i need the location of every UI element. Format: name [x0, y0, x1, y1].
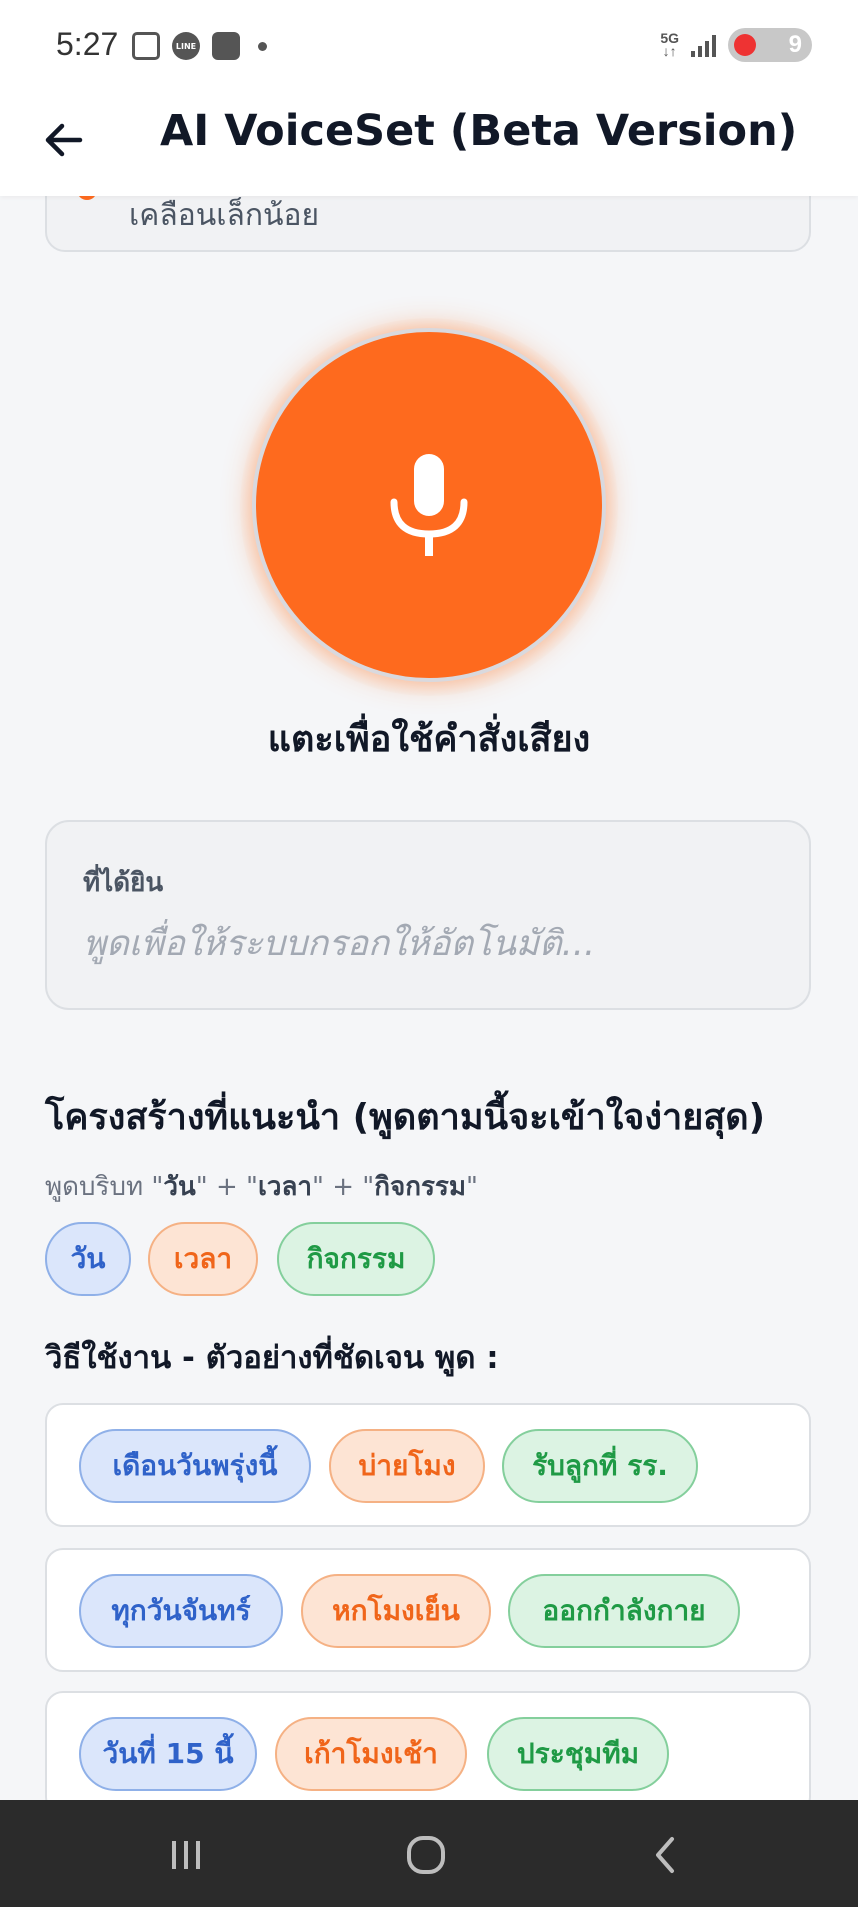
example-time-chip: บ่ายโมง — [329, 1429, 485, 1503]
system-icons: 5G ↓↑ 9 — [660, 28, 812, 62]
recent-apps-button[interactable] — [156, 1830, 216, 1880]
back-nav-button[interactable] — [636, 1830, 696, 1880]
example-card[interactable]: ทุกวันจันทร์ หกโมงเย็น ออกกำลังกาย — [45, 1548, 811, 1672]
hint-suffix: " — [466, 1172, 478, 1202]
page-title: AI VoiceSet (Beta Version) — [160, 106, 798, 156]
example-day-chip: เดือนวันพรุ่งนี้ — [79, 1429, 311, 1503]
hint-sep-2: " + " — [312, 1172, 375, 1202]
recent-apps-icon — [172, 1841, 200, 1869]
heard-label: ที่ได้ยิน — [83, 868, 164, 898]
heard-text-field[interactable] — [83, 914, 773, 974]
example-card[interactable]: เดือนวันพรุ่งนี้ บ่ายโมง รับลูกที่ รร. — [45, 1403, 811, 1527]
hint-day: วัน — [163, 1172, 196, 1202]
usage-title: วิธีใช้งาน - ตัวอย่างที่ชัดเจน พูด : — [45, 1340, 499, 1376]
chevron-left-icon — [656, 1837, 674, 1873]
example-time-chip: เก้าโมงเช้า — [275, 1717, 467, 1791]
example-activity-chip: ประชุมทีม — [487, 1717, 669, 1791]
signal-icon — [691, 33, 716, 57]
battery-icon: 9 — [728, 28, 812, 62]
example-activity-chip: ออกกำลังกาย — [508, 1574, 740, 1648]
hint-activity: กิจกรรม — [374, 1172, 467, 1202]
status-time: 5:27 — [56, 26, 119, 62]
example-card[interactable]: วันที่ 15 นี้ เก้าโมงเช้า ประชุมทีม — [45, 1691, 811, 1815]
chip-activity: กิจกรรม — [277, 1222, 435, 1296]
example-time-chip: หกโมงเย็น — [301, 1574, 491, 1648]
back-button[interactable] — [38, 114, 90, 166]
structure-hint: พูดบริบท "วัน" + "เวลา" + "กิจกรรม" — [45, 1166, 478, 1207]
network-icon: 5G ↓↑ — [660, 30, 679, 59]
home-button[interactable] — [396, 1830, 456, 1880]
status-bar: 5:27 LINE 5G ↓↑ 9 — [0, 0, 858, 96]
notification-icons: LINE — [132, 32, 267, 60]
tip-text: เคลือนเล็กน้อย — [129, 198, 320, 233]
more-notifications-icon — [258, 41, 267, 51]
hint-prefix: พูดบริบท " — [45, 1172, 164, 1202]
example-day-chip: ทุกวันจันทร์ — [79, 1574, 283, 1648]
line-app-icon: LINE — [172, 32, 200, 60]
microphone-icon — [390, 454, 468, 556]
network-label: 5G — [660, 30, 679, 46]
app-header: AI VoiceSet (Beta Version) — [0, 96, 858, 196]
shopping-bag-icon — [212, 32, 240, 60]
arrow-left-icon — [45, 123, 83, 157]
battery-level: 9 — [788, 31, 802, 58]
tap-instruction: แตะเพื่อใช้คำสั่งเสียง — [267, 719, 591, 760]
system-nav-bar — [0, 1800, 858, 1907]
structure-title: โครงสร้างที่แนะนำ (พูดตามนี้จะเข้าใจง่าย… — [45, 1097, 766, 1138]
heard-card: ที่ได้ยิน — [45, 820, 811, 1010]
voice-command-button[interactable] — [252, 328, 606, 682]
home-icon — [407, 1836, 445, 1874]
hint-sep-1: " + " — [195, 1172, 258, 1202]
chip-day: วัน — [45, 1222, 131, 1296]
example-day-chip: วันที่ 15 นี้ — [79, 1717, 257, 1791]
hint-time: เวลา — [257, 1172, 312, 1202]
battery-low-indicator — [734, 34, 756, 56]
chip-time: เวลา — [148, 1222, 258, 1296]
example-activity-chip: รับลูกที่ รร. — [502, 1429, 698, 1503]
screenshot-icon — [132, 32, 160, 60]
